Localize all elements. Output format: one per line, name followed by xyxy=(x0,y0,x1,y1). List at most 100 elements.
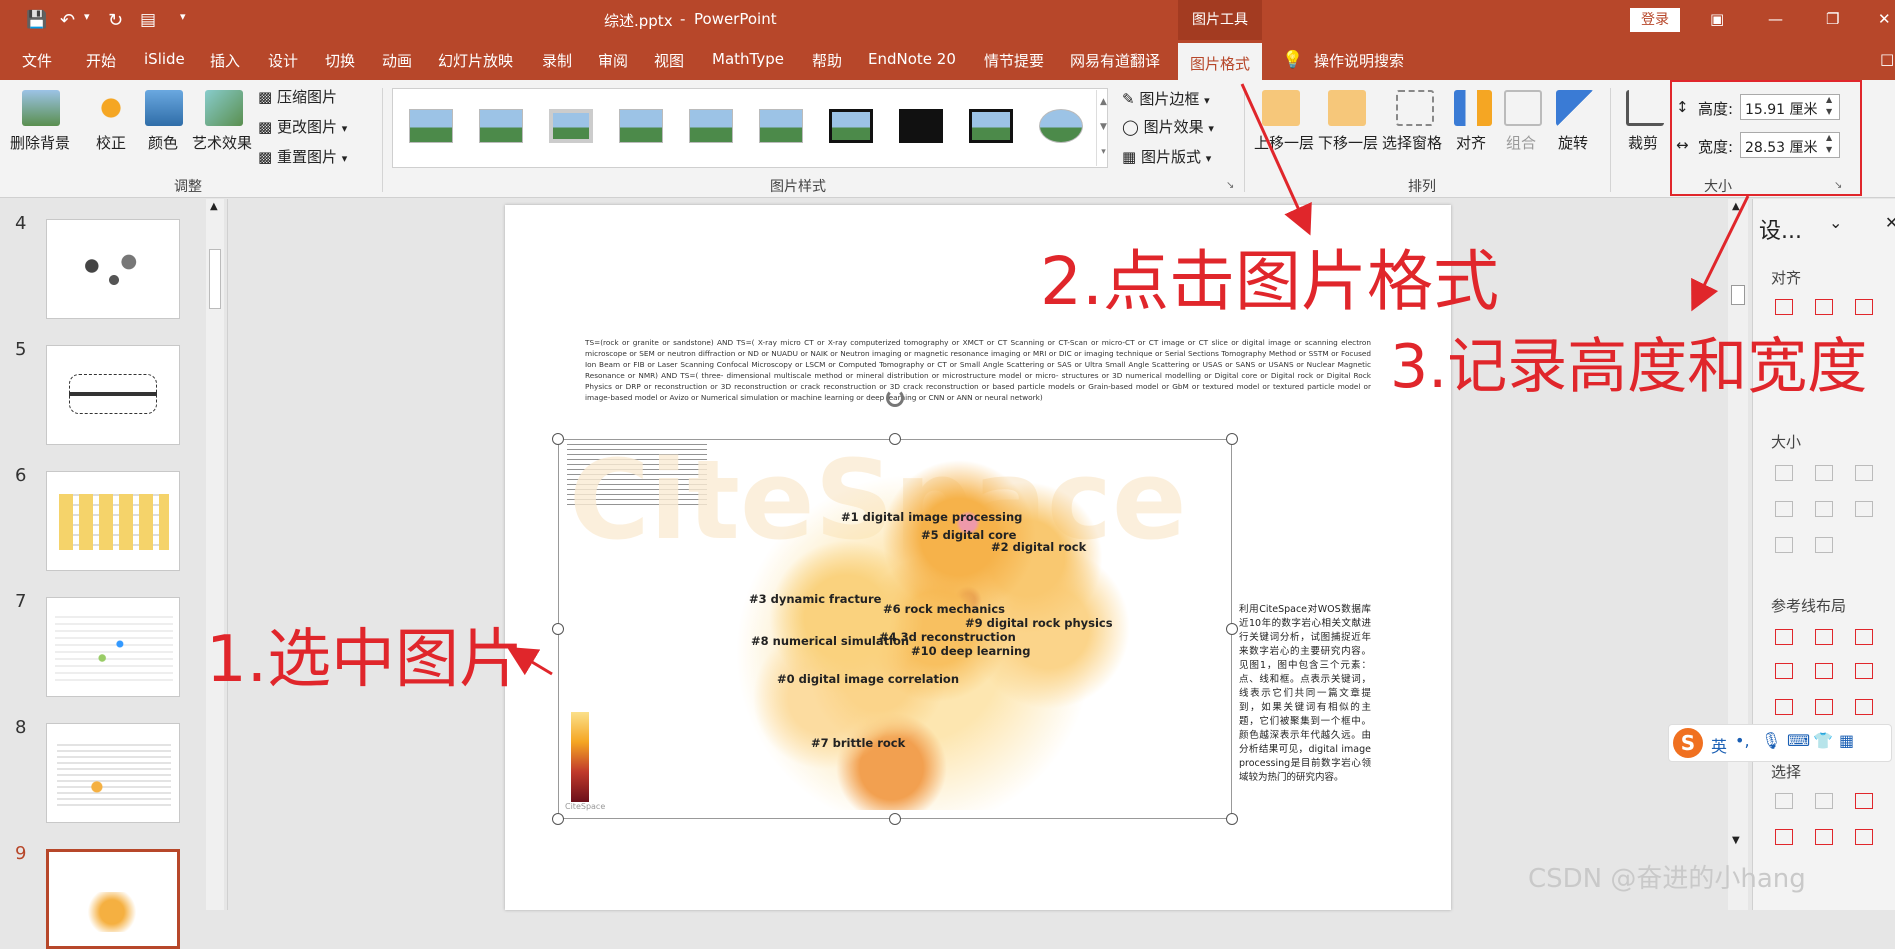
remove-background-button[interactable]: 删除背景 xyxy=(10,132,70,153)
tab-endnote[interactable]: EndNote 20 xyxy=(868,50,956,68)
slide-thumbnail[interactable] xyxy=(46,723,180,823)
size-right-icon[interactable] xyxy=(1815,501,1833,517)
resize-handle-w[interactable] xyxy=(552,623,564,635)
analysis-text[interactable]: 利用CiteSpace对WOS数据库近10年的数字岩心相关文献进行关键词分析，试… xyxy=(1239,603,1371,785)
select-all-icon[interactable] xyxy=(1855,793,1873,809)
style-thumb-6[interactable] xyxy=(759,109,803,143)
tab-storyboard[interactable]: 情节提要 xyxy=(984,50,1044,71)
compress-button[interactable]: ▩ 压缩图片 xyxy=(258,86,337,107)
align-center-icon[interactable] xyxy=(1815,299,1833,315)
style-thumb-9[interactable] xyxy=(969,109,1013,143)
undo-icon[interactable]: ↶ xyxy=(60,10,75,31)
tell-me-search[interactable]: 操作说明搜索 xyxy=(1314,50,1404,71)
style-thumb-7[interactable] xyxy=(829,109,873,143)
tab-slideshow[interactable]: 幻灯片放映 xyxy=(438,50,513,71)
slide-thumbnail-active[interactable] xyxy=(46,849,180,949)
style-thumb-3[interactable] xyxy=(549,109,593,143)
microphone-icon[interactable]: 🎙 xyxy=(1761,731,1781,750)
pane-close-icon[interactable]: ✕ xyxy=(1885,213,1895,232)
scroll-up-icon[interactable]: ▲ xyxy=(210,201,218,212)
tab-help[interactable]: 帮助 xyxy=(812,50,842,71)
crop-button[interactable]: 裁剪 xyxy=(1628,132,1658,153)
style-thumb-1[interactable] xyxy=(409,109,453,143)
editor-scroll-thumb[interactable] xyxy=(1731,285,1745,305)
resize-handle-e[interactable] xyxy=(1226,623,1238,635)
align-button[interactable]: 对齐 xyxy=(1456,132,1486,153)
minimize-icon[interactable]: — xyxy=(1768,10,1783,28)
style-thumb-4[interactable] xyxy=(619,109,663,143)
tab-transitions[interactable]: 切换 xyxy=(325,50,355,71)
tab-youdao[interactable]: 网易有道翻译 xyxy=(1070,50,1160,71)
select-cursor-icon[interactable] xyxy=(1855,829,1873,845)
slide-thumbnail[interactable] xyxy=(46,471,180,571)
align-left-icon[interactable] xyxy=(1775,299,1793,315)
tab-design[interactable]: 设计 xyxy=(268,50,298,71)
punctuation-icon[interactable]: •, xyxy=(1735,731,1750,750)
slide-thumbnail[interactable] xyxy=(46,597,180,697)
tab-review[interactable]: 审阅 xyxy=(598,50,628,71)
toolbox-icon[interactable]: ▦ xyxy=(1839,731,1854,750)
maximize-icon[interactable]: ❐ xyxy=(1826,10,1839,28)
guide-middle-icon[interactable] xyxy=(1815,663,1833,679)
resize-handle-n[interactable] xyxy=(889,433,901,445)
tab-animations[interactable]: 动画 xyxy=(382,50,412,71)
login-button[interactable]: 登录 xyxy=(1630,8,1680,32)
corrections-button[interactable]: 校正 xyxy=(96,132,126,153)
tab-home[interactable]: 开始 xyxy=(86,50,116,71)
group-button[interactable]: 组合 xyxy=(1506,132,1536,153)
guide-right-icon[interactable] xyxy=(1855,629,1873,645)
tab-view[interactable]: 视图 xyxy=(654,50,684,71)
resize-handle-sw[interactable] xyxy=(552,813,564,825)
change-picture-button[interactable]: ▩ 更改图片 ▾ xyxy=(258,116,347,137)
customize-toolbar-icon[interactable]: ▾ xyxy=(180,10,186,23)
editor-scroll-down-icon[interactable]: ▼ xyxy=(1732,835,1740,846)
size-top-icon[interactable] xyxy=(1775,537,1793,553)
size-height-icon[interactable] xyxy=(1815,465,1833,481)
style-thumb-5[interactable] xyxy=(689,109,733,143)
picture-styles-gallery[interactable] xyxy=(392,88,1108,168)
resize-handle-s[interactable] xyxy=(889,813,901,825)
editor-scroll-up-icon[interactable]: ▲ xyxy=(1732,201,1740,212)
sogou-logo-icon[interactable]: S xyxy=(1673,728,1703,758)
resize-handle-nw[interactable] xyxy=(552,433,564,445)
guide-hspace-icon[interactable] xyxy=(1775,699,1793,715)
guide-vspace-icon[interactable] xyxy=(1815,699,1833,715)
tab-file[interactable]: 文件 xyxy=(22,50,52,71)
artistic-effects-button[interactable]: 艺术效果 xyxy=(192,132,252,153)
slide-thumbnail[interactable] xyxy=(46,345,180,445)
ime-lang-toggle[interactable]: 英 xyxy=(1711,733,1727,757)
rotate-handle-icon[interactable] xyxy=(886,389,904,407)
rotate-button[interactable]: 旋转 xyxy=(1558,132,1588,153)
skin-icon[interactable]: 👕 xyxy=(1813,731,1833,750)
pane-dropdown-icon[interactable]: ⌄ xyxy=(1829,213,1842,232)
style-thumb-2[interactable] xyxy=(479,109,523,143)
reset-picture-button[interactable]: ▩ 重置图片 ▾ xyxy=(258,146,347,167)
select-type-icon[interactable] xyxy=(1815,793,1833,809)
selection-pane-button[interactable]: 选择窗格 xyxy=(1382,132,1442,153)
styles-launcher-icon[interactable]: ↘ xyxy=(1226,180,1234,191)
guide-bottom-icon[interactable] xyxy=(1855,663,1873,679)
slide-thumbnail[interactable] xyxy=(46,219,180,319)
undo-dropdown-icon[interactable]: ▾ xyxy=(84,10,90,23)
save-icon[interactable]: 💾 xyxy=(26,10,47,30)
resize-handle-se[interactable] xyxy=(1226,813,1238,825)
size-left-icon[interactable] xyxy=(1775,501,1793,517)
citespace-picture[interactable]: CiteSpace CiteSpace #1 digital image pro… xyxy=(558,439,1232,819)
tab-mathtype[interactable]: MathType xyxy=(712,50,784,68)
search-query-text[interactable]: TS=(rock or granite or sandstone) AND TS… xyxy=(585,337,1371,403)
style-thumb-10[interactable] xyxy=(1039,109,1083,143)
select-up-icon[interactable] xyxy=(1775,829,1793,845)
guide-top-icon[interactable] xyxy=(1775,663,1793,679)
color-button[interactable]: 颜色 xyxy=(148,132,178,153)
tab-insert[interactable]: 插入 xyxy=(210,50,240,71)
send-backward-button[interactable]: 下移一层 xyxy=(1318,132,1378,153)
guide-left-icon[interactable] xyxy=(1775,629,1793,645)
ribbon-display-icon[interactable]: ▣ xyxy=(1710,10,1724,28)
select-mid-icon[interactable] xyxy=(1815,829,1833,845)
size-both-icon[interactable] xyxy=(1855,465,1873,481)
editor-scrollbar[interactable]: ▲ ▼ xyxy=(1728,199,1748,910)
keyboard-icon[interactable]: ⌨ xyxy=(1787,731,1810,750)
style-thumb-8[interactable] xyxy=(899,109,943,143)
scroll-thumb[interactable] xyxy=(209,249,221,309)
present-icon[interactable]: ▤ xyxy=(140,10,156,30)
